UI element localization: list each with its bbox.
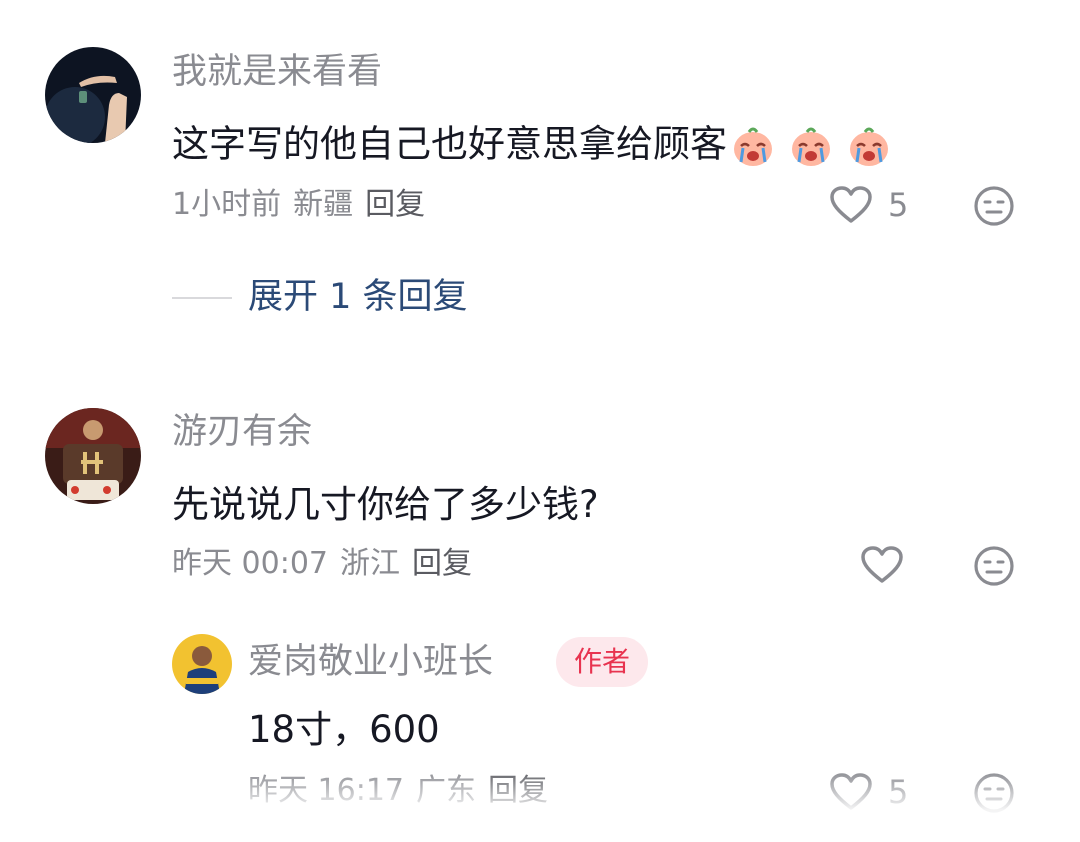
- like-button[interactable]: 5: [830, 186, 908, 224]
- like-count: 5: [888, 186, 909, 224]
- username[interactable]: 游刃有余: [172, 415, 312, 450]
- reply-text: 18寸，600: [248, 708, 440, 751]
- divider: [172, 296, 232, 299]
- crying-peach-emoji: [849, 127, 888, 166]
- comment-text: 这字写的他自己也好意思拿给顾客: [172, 124, 893, 168]
- comment-meta: 1小时前 新疆 回复: [172, 190, 437, 220]
- neutral-face-icon[interactable]: [974, 546, 1014, 586]
- reply-button[interactable]: 回复: [365, 187, 425, 222]
- reply-location: 广东: [416, 773, 476, 808]
- avatar[interactable]: [45, 408, 141, 504]
- username[interactable]: 我就是来看看: [172, 55, 382, 90]
- neutral-face-icon[interactable]: [974, 186, 1014, 226]
- expand-replies-button[interactable]: 展开 1 条回复: [172, 280, 468, 315]
- crying-peach-emoji: [734, 127, 772, 166]
- expand-replies-label: 展开 1 条回复: [248, 277, 468, 317]
- comment-text: 先说说几寸你给了多少钱?: [172, 483, 599, 526]
- heart-outline-icon: [830, 773, 872, 810]
- author-badge: 作者: [556, 637, 649, 687]
- heart-outline-icon: [861, 546, 903, 583]
- emoji-group: [731, 124, 893, 168]
- comment-meta: 昨天 00:07 浙江 回复: [172, 549, 484, 579]
- username[interactable]: 爱岗敬业小班长: [248, 645, 493, 680]
- comment-time: 1小时前: [172, 187, 282, 222]
- neutral-face-icon[interactable]: [974, 773, 1014, 813]
- comment-time: 昨天 00:07: [172, 546, 328, 581]
- crying-peach-emoji: [791, 127, 830, 166]
- comment-location: 浙江: [340, 546, 400, 581]
- avatar[interactable]: [45, 47, 141, 143]
- reply-time: 昨天 16:17: [248, 773, 404, 808]
- comment-location: 新疆: [293, 187, 354, 222]
- avatar[interactable]: [172, 634, 232, 694]
- like-button[interactable]: [861, 546, 919, 584]
- like-button[interactable]: 5: [830, 773, 908, 811]
- like-count: 5: [888, 773, 909, 811]
- heart-outline-icon: [830, 186, 872, 223]
- comment-text-body: 这字写的他自己也好意思拿给顾客: [172, 122, 727, 166]
- reply-button[interactable]: 回复: [412, 546, 472, 581]
- reply-button[interactable]: 回复: [488, 773, 548, 808]
- reply-meta: 昨天 16:17 广东 回复: [248, 776, 560, 806]
